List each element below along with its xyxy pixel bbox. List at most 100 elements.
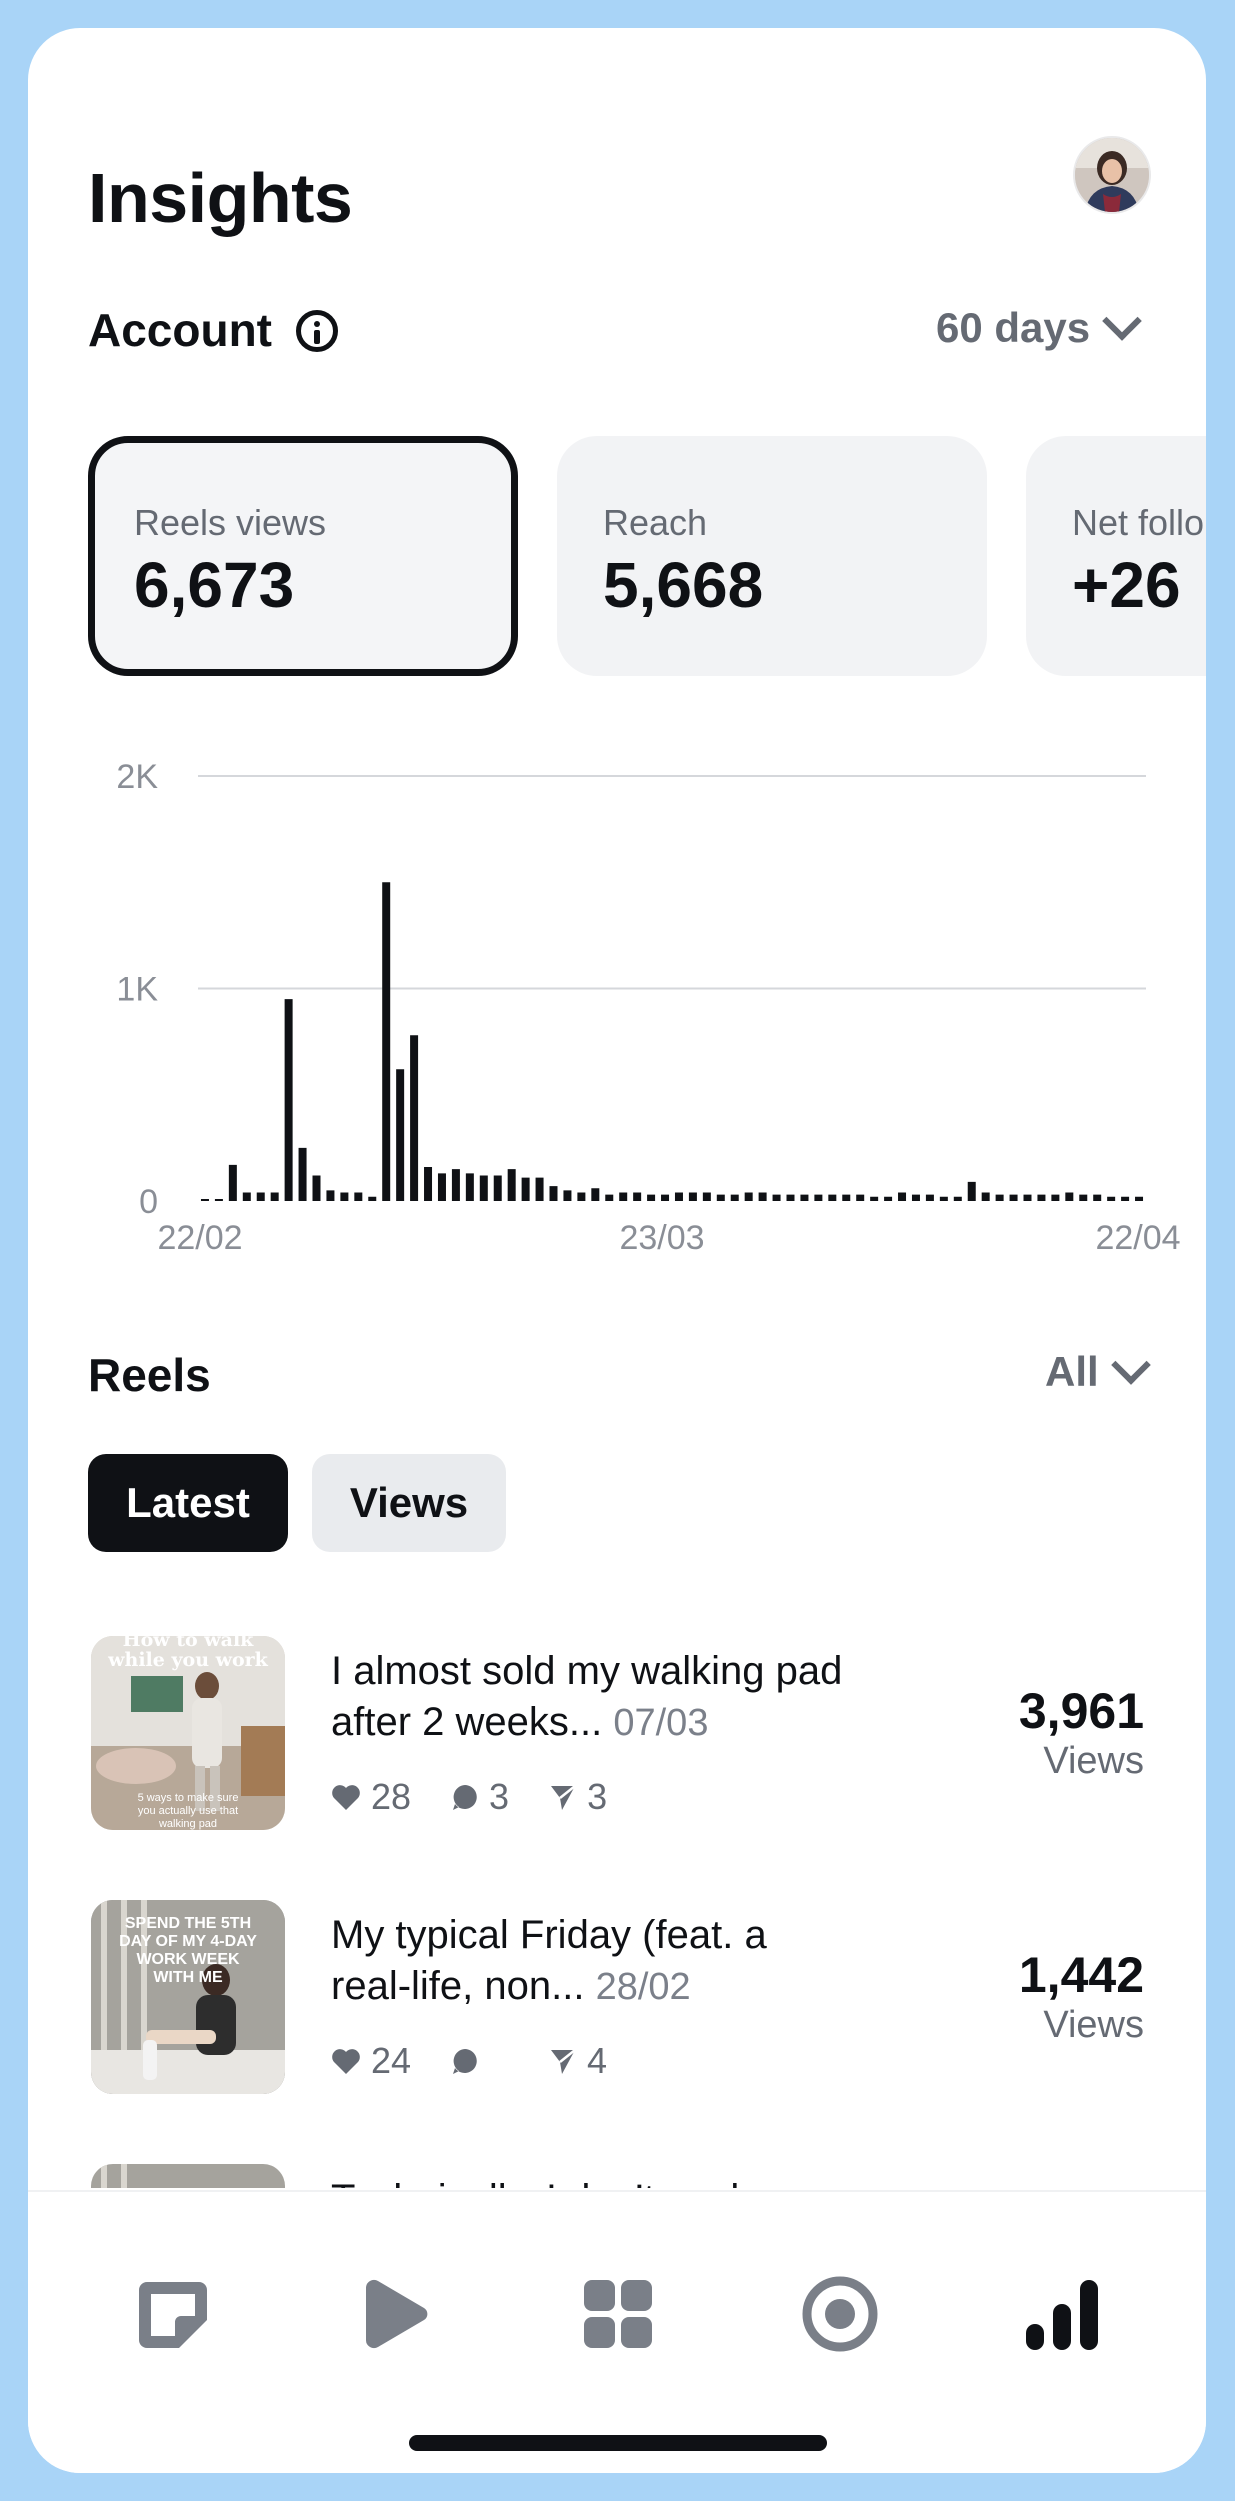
reel-date: 07/03 — [613, 1702, 709, 1744]
chart-bar[interactable] — [925, 1194, 934, 1201]
metric-card-reach[interactable]: Reach 5,668 — [557, 436, 987, 676]
chart-bar[interactable] — [1121, 1196, 1130, 1201]
reels-filter-dropdown[interactable]: All — [1045, 1345, 1151, 1396]
reel-item[interactable]: SPEND THE 5TH DAY OF MY 4-DAY Technicall… — [28, 2164, 1206, 2188]
chart-bar[interactable] — [424, 1167, 433, 1201]
chevron-down-icon — [1102, 301, 1142, 341]
record-icon[interactable] — [800, 2274, 880, 2354]
chart-bar[interactable] — [228, 1164, 237, 1201]
chart-bar[interactable] — [661, 1194, 670, 1201]
metric-card-reels-views[interactable]: Reels views 6,673 — [88, 436, 518, 676]
bottom-navigation — [28, 2190, 1206, 2473]
chart-bar[interactable] — [242, 1192, 251, 1202]
chart-bar[interactable] — [939, 1196, 948, 1201]
chart-bar[interactable] — [688, 1192, 697, 1202]
chart-bar[interactable] — [577, 1192, 586, 1202]
chart-bar[interactable] — [1065, 1192, 1074, 1202]
chart-bar[interactable] — [284, 999, 293, 1201]
chart-bar[interactable] — [1051, 1194, 1060, 1201]
chart-bar[interactable] — [744, 1192, 753, 1202]
chart-bar[interactable] — [465, 1173, 474, 1201]
chart-bar[interactable] — [437, 1173, 446, 1201]
chart-bar[interactable] — [270, 1192, 279, 1202]
chart-bar[interactable] — [563, 1190, 572, 1201]
reel-title: Technically, I don’t work on — [331, 2174, 851, 2188]
chart-bar[interactable] — [535, 1177, 544, 1201]
chart-bar[interactable] — [842, 1194, 851, 1201]
chart-bar[interactable] — [828, 1194, 837, 1201]
chart-bar[interactable] — [507, 1169, 516, 1201]
chart-bar[interactable] — [451, 1169, 460, 1201]
chart-bar[interactable] — [200, 1199, 209, 1201]
chart-bar[interactable] — [1023, 1194, 1032, 1201]
profile-avatar[interactable] — [1073, 136, 1151, 214]
x-tick-label: 22/02 — [157, 1219, 242, 1257]
chart-bar[interactable] — [911, 1194, 920, 1201]
chart-bar[interactable] — [995, 1194, 1004, 1201]
chart-bar[interactable] — [382, 882, 391, 1201]
date-range-dropdown[interactable]: 60 days — [936, 301, 1142, 352]
grid-icon[interactable] — [578, 2274, 658, 2354]
chart-bar[interactable] — [953, 1196, 962, 1201]
chart-bar[interactable] — [898, 1192, 907, 1202]
chart-bar[interactable] — [981, 1192, 990, 1202]
chart-bar[interactable] — [633, 1192, 642, 1202]
play-icon[interactable] — [354, 2274, 434, 2354]
chart-bar[interactable] — [591, 1188, 600, 1201]
chart-bar[interactable] — [856, 1194, 865, 1201]
chart-bar[interactable] — [298, 1147, 307, 1201]
chart-bar[interactable] — [967, 1181, 976, 1201]
chart-bar[interactable] — [758, 1192, 767, 1202]
chart-bar[interactable] — [814, 1194, 823, 1201]
chart-bar[interactable] — [716, 1194, 725, 1201]
chart-bar[interactable] — [1009, 1194, 1018, 1201]
chart-bar[interactable] — [730, 1194, 739, 1201]
reel-item[interactable]: SPEND THE 5TH DAY OF MY 4-DAY WORK WEEK … — [28, 1900, 1206, 2100]
x-tick-label: 22/04 — [1095, 1219, 1180, 1257]
chart-bar[interactable] — [396, 1069, 405, 1201]
chart-bar[interactable] — [1107, 1196, 1116, 1201]
chart-bar[interactable] — [1037, 1194, 1046, 1201]
chart-bar[interactable] — [605, 1194, 614, 1201]
tab-views[interactable]: Views — [312, 1454, 506, 1552]
svg-text:5 ways to make sure: 5 ways to make sure — [138, 1792, 239, 1804]
chart-bar[interactable] — [786, 1194, 795, 1201]
chart-bar[interactable] — [674, 1192, 683, 1202]
chart-bar[interactable] — [256, 1192, 265, 1202]
chart-bar[interactable] — [870, 1196, 879, 1201]
insights-icon[interactable] — [1022, 2274, 1102, 2354]
chart-bar[interactable] — [702, 1192, 711, 1202]
info-icon[interactable] — [296, 310, 338, 352]
chart-bar[interactable] — [800, 1194, 809, 1201]
chart-bar[interactable] — [884, 1196, 893, 1201]
chart-bar[interactable] — [619, 1192, 628, 1202]
chart-bar[interactable] — [410, 1035, 419, 1201]
notes-icon[interactable] — [133, 2274, 213, 2354]
reel-title: I almost sold my walking pad after 2 wee… — [331, 1646, 851, 1749]
home-indicator[interactable] — [409, 2435, 827, 2451]
chart-bar[interactable] — [493, 1175, 502, 1202]
chart-bar[interactable] — [312, 1175, 321, 1202]
chart-bar[interactable] — [1079, 1194, 1088, 1201]
reel-thumbnail: How to walk while you work 5 ways to mak… — [91, 1636, 285, 1830]
chart-bar[interactable] — [521, 1177, 530, 1201]
chart-bar[interactable] — [214, 1199, 223, 1201]
chart-bar[interactable] — [340, 1192, 349, 1202]
reel-item[interactable]: How to walk while you work 5 ways to mak… — [28, 1636, 1206, 1836]
chart-bar[interactable] — [1135, 1196, 1144, 1201]
chart-bar[interactable] — [479, 1175, 488, 1202]
metric-value: 6,673 — [134, 549, 295, 621]
shares-count: 4 — [587, 2040, 608, 2081]
chart-bar[interactable] — [772, 1194, 781, 1201]
chart-bar[interactable] — [368, 1196, 377, 1201]
chart-bar[interactable] — [354, 1192, 363, 1202]
metric-cards: Reels views 6,673 Reach 5,668 Net follo … — [88, 436, 1206, 682]
svg-text:walking pad: walking pad — [158, 1818, 217, 1830]
chart-bar[interactable] — [1093, 1194, 1102, 1201]
tab-latest[interactable]: Latest — [88, 1454, 288, 1552]
chart-bar[interactable] — [326, 1190, 335, 1201]
chart-bar[interactable] — [549, 1186, 558, 1201]
metric-card-net-follows[interactable]: Net follo +26 — [1026, 436, 1206, 676]
chart-bar[interactable] — [647, 1194, 656, 1201]
svg-text:you actually use that: you actually use that — [138, 1805, 238, 1817]
